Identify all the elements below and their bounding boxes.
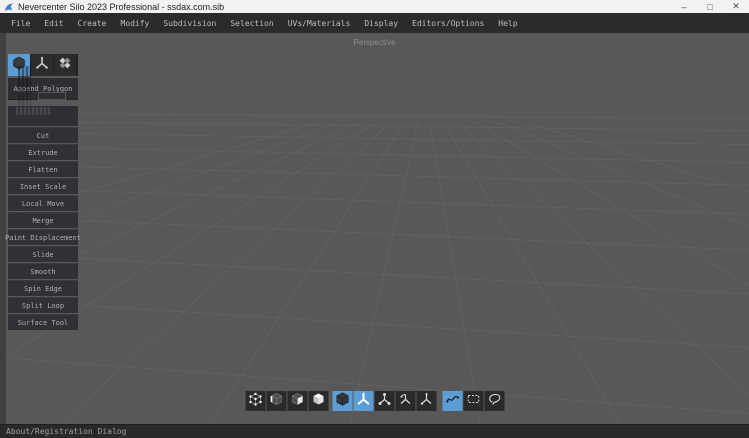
menu-item-subdivision[interactable]: Subdivision [163,19,216,28]
left-panel-edge [0,33,6,424]
tool-button-inset-scale[interactable]: Inset Scale [8,178,78,194]
tool-button-slide[interactable]: Slide [8,246,78,262]
menu-item-display[interactable]: Display [364,19,398,28]
render-artifact-ghost-text [16,107,50,115]
lasso-select-button[interactable] [484,391,504,411]
multi-component-mode-button[interactable] [332,391,352,411]
tool-panel-tabs [8,54,78,76]
menu-item-file[interactable]: File [11,19,30,28]
title-bar: Nevercenter Silo 2023 Professional - ssd… [0,0,749,13]
maximize-button[interactable]: □ [697,0,723,13]
tool-button-ghost[interactable] [8,106,78,126]
tool-button-flatten[interactable]: Flatten [8,161,78,177]
menu-item-modify[interactable]: Modify [120,19,149,28]
window-controls: – □ ✕ [671,0,749,13]
tab-manipulator-tools[interactable] [31,54,53,76]
area-select-icon [466,392,480,411]
tool-button-split-loop[interactable]: Split Loop [8,297,78,313]
tool-button-append-polygon[interactable]: Append Polygon [8,78,78,100]
minimize-button[interactable]: – [671,0,697,13]
menu-item-editors-options[interactable]: Editors/Options [412,19,484,28]
scale-manipulator-button[interactable] [374,391,394,411]
tab-polygon-tools[interactable] [8,54,30,76]
viewport-3d[interactable]: Perspective [0,33,749,424]
status-bar: About/Registration Dialog [0,424,749,438]
rotate-manipulator-button[interactable] [395,391,415,411]
tool-button-surface-tool[interactable]: Surface Tool [8,314,78,330]
soft-selection-icon [445,392,459,411]
menu-item-uvs-materials[interactable]: UVs/Materials [288,19,351,28]
menu-item-edit[interactable]: Edit [44,19,63,28]
scale-manipulator-icon [377,392,391,411]
tool-button-paint-displacement[interactable]: Paint Displacement [8,229,78,245]
tool-button-cut[interactable]: Cut [8,127,78,143]
universal-manipulator-icon [419,392,433,411]
object-mode-icon [311,392,325,411]
face-mode-button[interactable] [287,391,307,411]
render-artifact-box [38,92,66,100]
selection-toolbar [245,391,504,411]
close-button[interactable]: ✕ [723,0,749,13]
edge-mode-icon [269,392,283,411]
edge-mode-button[interactable] [266,391,286,411]
status-text: About/Registration Dialog [6,427,126,436]
multi-component-mode-icon [335,392,349,411]
soft-selection-button[interactable] [442,391,462,411]
face-mode-icon [290,392,304,411]
tool-button-local-move[interactable]: Local Move [8,195,78,211]
viewport-camera-label: Perspective [0,38,749,47]
tool-panel: Append Polygon Cut Extrude Flatten Inset… [8,54,78,331]
menu-bar: File Edit Create Modify Subdivision Sele… [0,13,749,33]
vertex-mode-icon [248,392,262,411]
silo-logo-icon [4,2,14,12]
tool-button-smooth[interactable]: Smooth [8,263,78,279]
move-manipulator-icon [356,392,370,411]
window-title: Nevercenter Silo 2023 Professional - ssd… [18,2,224,12]
universal-manipulator-button[interactable] [416,391,436,411]
rotate-manipulator-icon [398,392,412,411]
menu-item-selection[interactable]: Selection [230,19,273,28]
uv-tools-icon [58,56,72,75]
object-mode-button[interactable] [308,391,328,411]
area-select-button[interactable] [463,391,483,411]
tool-button-extrude[interactable]: Extrude [8,144,78,160]
tool-button-merge[interactable]: Merge [8,212,78,228]
menu-item-help[interactable]: Help [498,19,517,28]
manipulator-tools-icon [35,56,49,75]
lasso-select-icon [487,392,501,411]
vertex-mode-button[interactable] [245,391,265,411]
polygon-tools-icon [12,56,26,75]
perspective-grid [0,33,749,424]
menu-item-create[interactable]: Create [78,19,107,28]
move-manipulator-button[interactable] [353,391,373,411]
tab-uv-tools[interactable] [54,54,76,76]
tool-button-spin-edge[interactable]: Spin Edge [8,280,78,296]
